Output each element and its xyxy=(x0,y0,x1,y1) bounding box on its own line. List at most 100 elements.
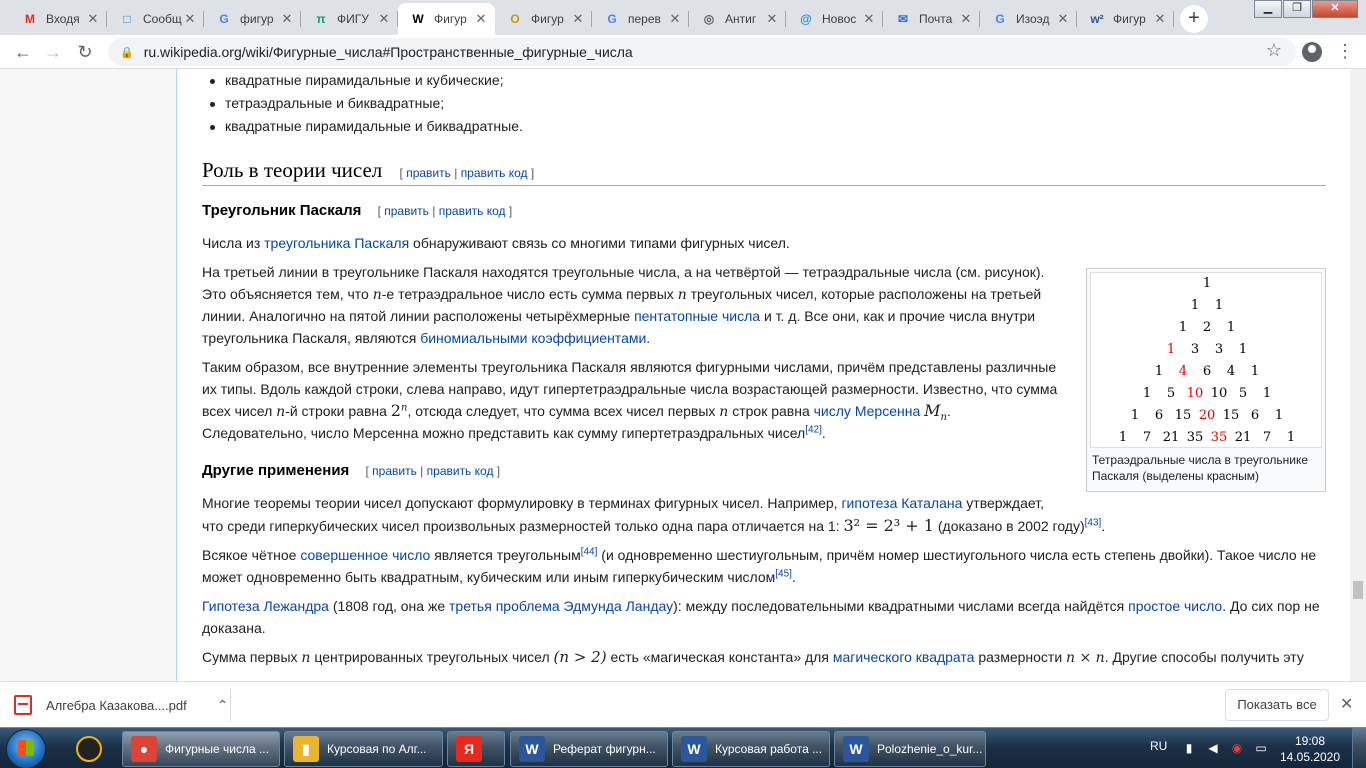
back-button[interactable]: ← xyxy=(10,39,36,65)
pascal-value: 1 xyxy=(1274,408,1284,423)
close-tab-icon[interactable]: ✕ xyxy=(279,11,295,27)
browser-tab[interactable]: ✉ Почта ✕ xyxy=(883,3,980,35)
google-icon: G xyxy=(995,12,1005,26)
browser-tab[interactable]: M Входя ✕ xyxy=(10,3,107,35)
network-icon[interactable]: ▮ xyxy=(1182,741,1196,755)
browser-tab[interactable]: Gфигур ✕ xyxy=(204,3,301,35)
close-tab-icon[interactable]: ✕ xyxy=(1055,11,1071,27)
edit-link[interactable]: править xyxy=(372,464,417,478)
section-edit-links: [ править | править код ] xyxy=(399,166,535,180)
paragraph-line: Таким образом, все внутренние элементы т… xyxy=(202,359,1057,375)
show-desktop-button[interactable] xyxy=(1352,728,1366,768)
pascal-row: 1 5 10 10 5 1 xyxy=(1091,386,1323,401)
taskbar-item[interactable]: W Polozhenie_o_kur... xyxy=(834,731,986,767)
edit-link[interactable]: править xyxy=(406,166,451,180)
battery-icon[interactable]: ▭ xyxy=(1254,741,1268,755)
clock-time: 19:08 xyxy=(1294,734,1326,748)
browser-tab[interactable]: O Фигур ✕ xyxy=(495,3,592,35)
browser-menu-icon[interactable]: ⋮ xyxy=(1336,40,1354,64)
reference-link[interactable]: [45] xyxy=(775,568,792,579)
binomial-link[interactable]: биномиальными коэффициентами xyxy=(420,330,646,346)
tab-title: Фигур xyxy=(1113,12,1146,26)
new-tab-button[interactable]: + xyxy=(1180,5,1208,33)
chevron-up-icon[interactable]: ⌃ xyxy=(217,697,229,714)
paragraph-line: Всякое чётное совершенное число является… xyxy=(202,546,1317,563)
close-tab-icon[interactable]: ✕ xyxy=(764,11,780,27)
pascal-value: 21 xyxy=(1234,430,1252,445)
subsection-heading: Другие применения [ править | править ко… xyxy=(202,462,500,479)
pascal-value: 4 xyxy=(1178,364,1188,379)
close-tab-icon[interactable]: ✕ xyxy=(958,11,974,27)
volume-icon[interactable]: ◀ xyxy=(1206,741,1220,755)
landau-link[interactable]: третья проблема Эдмунда Ландау xyxy=(449,598,673,614)
close-tab-icon[interactable]: ✕ xyxy=(1152,11,1168,27)
reload-button[interactable]: ↻ xyxy=(72,39,98,65)
pascal-value: 4 xyxy=(1226,364,1236,379)
close-tab-icon[interactable]: ✕ xyxy=(85,11,101,27)
yandex-icon: Я xyxy=(456,736,482,762)
pascal-row: 121 xyxy=(1091,320,1323,335)
forward-button[interactable]: → xyxy=(40,39,66,65)
close-tab-icon[interactable]: ✕ xyxy=(182,11,198,27)
close-tab-icon[interactable]: ✕ xyxy=(861,11,877,27)
legendre-link[interactable]: Гипотеза Лежандра xyxy=(202,598,329,614)
subsection-title: Треугольник Паскаля xyxy=(202,202,362,219)
browser-tab[interactable]: π ФИГУ ✕ xyxy=(301,3,398,35)
address-bar[interactable]: 🔒 ru.wikipedia.org/wiki/Фигурные_числа#П… xyxy=(108,38,1296,66)
catalan-link[interactable]: гипотеза Каталана xyxy=(841,495,962,511)
show-all-downloads-button[interactable]: Показать все xyxy=(1225,689,1329,721)
paragraph: Числа из треугольника Паскаля обнаружива… xyxy=(202,235,790,251)
close-tab-icon[interactable]: ✕ xyxy=(473,11,489,27)
reference-link[interactable]: [43] xyxy=(1085,517,1102,528)
edit-code-link[interactable]: править код xyxy=(427,464,494,478)
browser-tab[interactable]: G Изоэд ✕ xyxy=(980,3,1077,35)
perfect-number-link[interactable]: совершенное число xyxy=(300,547,430,563)
taskbar-item[interactable]: W Курсовая работа ... xyxy=(672,731,830,767)
close-downloads-icon[interactable]: ✕ xyxy=(1340,694,1353,714)
system-clock[interactable]: 19:08 14.05.2020 xyxy=(1278,733,1342,765)
section-title: Роль в теории чисел xyxy=(202,158,383,182)
language-indicator[interactable]: RU xyxy=(1150,739,1167,753)
browser-tab[interactable]: ◎ Антиг ✕ xyxy=(689,3,786,35)
minimize-button[interactable]: ▁ xyxy=(1254,0,1282,18)
browser-tab[interactable]: Gперев ✕ xyxy=(592,3,689,35)
edit-code-link[interactable]: править код xyxy=(461,166,528,180)
browser-tab[interactable]: □ Сообщ ✕ xyxy=(107,3,204,35)
maximize-button[interactable]: ❐ xyxy=(1283,0,1311,18)
scrollbar-thumb[interactable] xyxy=(1353,581,1363,599)
taskbar-item[interactable]: ▮ Курсовая по Алг... xyxy=(284,731,443,767)
close-tab-icon[interactable]: ✕ xyxy=(570,11,586,27)
close-tab-icon[interactable]: ✕ xyxy=(376,11,392,27)
mail-ru-icon: @ xyxy=(800,12,812,26)
start-button[interactable] xyxy=(6,729,46,768)
taskbar-item[interactable]: W Реферат фигурн... xyxy=(510,731,668,767)
bookmark-star-icon[interactable]: ☆ xyxy=(1266,40,1282,61)
close-window-button[interactable]: ✕ xyxy=(1312,0,1358,18)
browser-tab[interactable]: W Фигур ✕ xyxy=(398,3,495,35)
account-icon[interactable] xyxy=(1302,42,1322,62)
edit-code-link[interactable]: править код xyxy=(439,204,506,218)
reference-link[interactable]: [44] xyxy=(581,546,598,557)
magic-square-link[interactable]: магического квадрата xyxy=(833,649,975,665)
avast-icon[interactable] xyxy=(76,736,102,762)
page-scrollbar[interactable] xyxy=(1350,69,1366,681)
mersenne-link[interactable]: числу Мерсенна xyxy=(814,403,921,419)
prime-number-link[interactable]: простое число xyxy=(1128,598,1222,614)
pascal-value: 35 xyxy=(1210,430,1228,445)
vk-icon: □ xyxy=(123,12,131,26)
tab-title: Сообщ xyxy=(143,12,182,26)
list-item: квадратные пирамидальные и кубические; xyxy=(202,69,523,92)
pascal-triangle-link[interactable]: треугольника Паскаля xyxy=(264,235,409,251)
download-item[interactable]: Алгебра Казакова....pdf ⌃ xyxy=(14,690,228,720)
tray-app-icon[interactable]: ◉ xyxy=(1230,741,1244,755)
browser-tab[interactable]: @ Новос ✕ xyxy=(786,3,883,35)
pentatope-link[interactable]: пентатопные числа xyxy=(634,308,760,324)
edit-link[interactable]: править xyxy=(384,204,429,218)
close-tab-icon[interactable]: ✕ xyxy=(667,11,683,27)
taskbar-item[interactable]: ● Фигурные числа ... xyxy=(122,731,280,767)
pascal-value: 1 xyxy=(1190,298,1200,313)
taskbar-item[interactable]: Я xyxy=(447,731,505,767)
reference-link[interactable]: [42] xyxy=(805,424,822,435)
browser-tab[interactable]: w² Фигур ✕ xyxy=(1077,3,1174,35)
pascal-value: 7 xyxy=(1262,430,1272,445)
